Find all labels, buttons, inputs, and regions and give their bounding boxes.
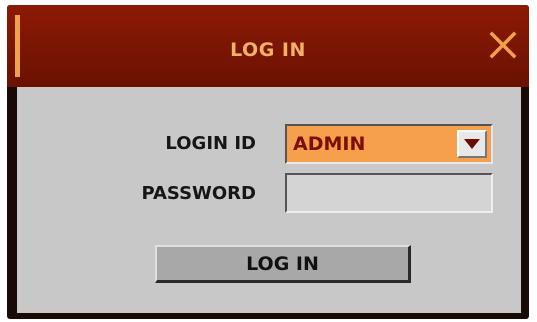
title-bar: LOG IN — [7, 5, 529, 87]
password-label: PASSWORD — [141, 183, 256, 204]
login-dialog: LOG IN LOGIN ID ADMIN PASSWORD LOG IN — [7, 5, 529, 319]
login-id-select[interactable]: ADMIN — [285, 124, 493, 164]
dropdown-button[interactable] — [457, 130, 487, 158]
close-x-icon — [489, 31, 517, 59]
dialog-body: LOGIN ID ADMIN PASSWORD LOG IN — [15, 87, 523, 315]
login-id-label: LOGIN ID — [165, 133, 256, 154]
password-field[interactable] — [285, 173, 493, 213]
login-id-value: ADMIN — [293, 133, 366, 155]
dialog-title: LOG IN — [230, 39, 306, 61]
close-button[interactable] — [487, 29, 519, 61]
triangle-down-icon — [464, 139, 480, 149]
login-button[interactable]: LOG IN — [155, 245, 411, 283]
